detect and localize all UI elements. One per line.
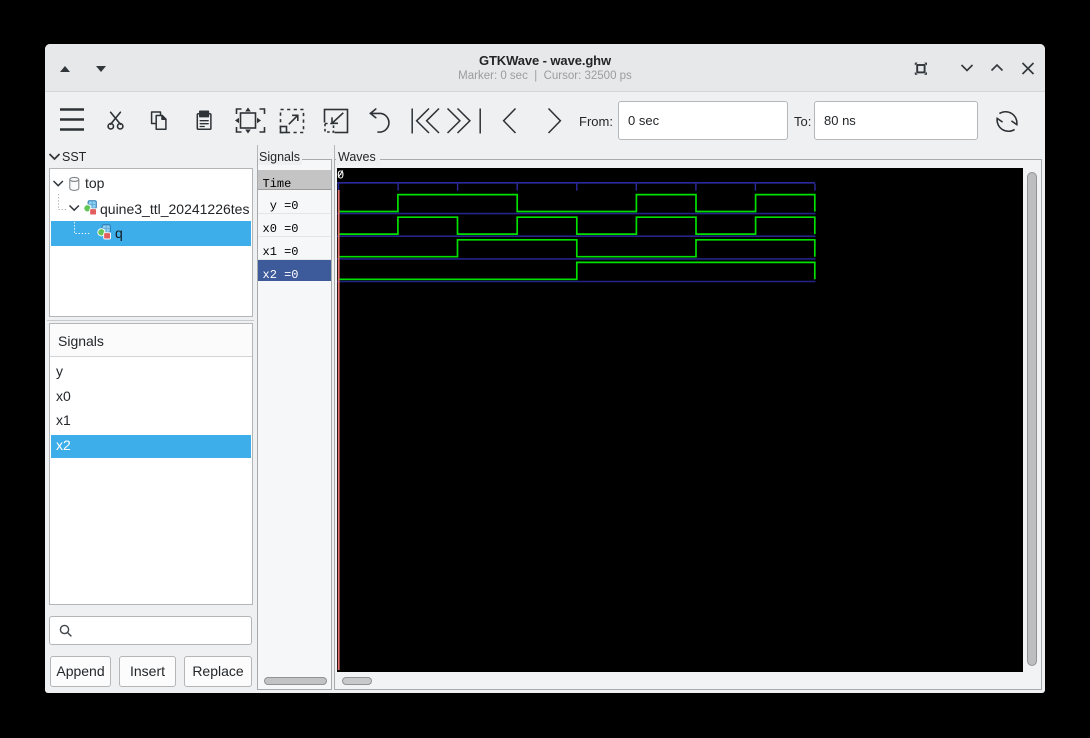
svg-text:0: 0 bbox=[337, 169, 344, 183]
